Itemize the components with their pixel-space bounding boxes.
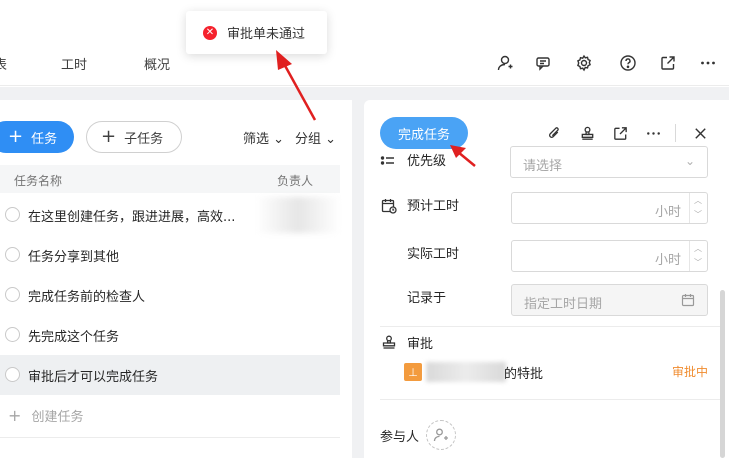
column-header-name: 任务名称 <box>14 174 63 188</box>
add-subtask-label: 子任务 <box>124 131 164 147</box>
estimated-hours-input[interactable]: 小时 ︿ ﹀ <box>511 192 708 224</box>
stamp-icon[interactable] <box>577 123 597 143</box>
tab-worktime[interactable]: 工时 <box>61 54 87 73</box>
scrollbar[interactable] <box>720 290 725 458</box>
participants-label: 参与人 <box>380 430 420 445</box>
task-name[interactable]: 完成任务前的检查人 <box>28 286 145 305</box>
chevron-down-icon: ⌄ <box>684 154 695 168</box>
attachment-icon[interactable] <box>544 123 564 143</box>
number-stepper[interactable]: ︿ ﹀ <box>689 241 707 271</box>
top-nav: 表 工时 概况 <box>0 0 729 86</box>
task-checkbox[interactable] <box>5 327 20 342</box>
table-row[interactable]: 完成任务前的检查人 <box>0 275 340 315</box>
task-name[interactable]: 任务分享到其他 <box>28 246 119 265</box>
table-row[interactable]: 先完成这个任务 <box>0 315 340 355</box>
add-task-button[interactable]: + 任务 <box>0 121 74 153</box>
approval-type-icon: ⊥ <box>404 363 422 381</box>
member-icon[interactable] <box>494 52 516 74</box>
tab-overview[interactable]: 概况 <box>144 54 170 73</box>
calendar-clock-icon <box>381 198 397 214</box>
filter-label: 筛选 <box>243 132 270 147</box>
table-row[interactable]: 任务分享到其他 <box>0 235 340 275</box>
actual-hours-input[interactable]: 小时 ︿ ﹀ <box>511 240 708 272</box>
toast-message: 审批单未通过 <box>227 27 306 42</box>
filter-dropdown[interactable]: 筛选 ⌄ <box>243 128 284 147</box>
complete-task-button[interactable]: 完成任务 <box>380 117 468 149</box>
hours-unit: 小时 <box>654 205 681 220</box>
approval-label: 审批 <box>407 337 434 352</box>
task-list-panel: + 任务 + 子任务 筛选 ⌄ 分组 ⌄ 任务名称 负责人 在这里创建任务，跟进… <box>0 100 352 458</box>
priority-select[interactable]: 请选择 ⌄ <box>510 146 708 178</box>
task-detail-panel: 完成任务 优先级 请选择 ⌄ 预计工时 小时 ︿ ﹀ 实际工时 小时 ︿ ﹀ 记录于… <box>364 100 729 458</box>
plus-icon: + <box>101 126 117 147</box>
task-name[interactable]: 先完成这个任务 <box>28 326 119 345</box>
settings-gear-icon[interactable] <box>573 52 595 74</box>
group-dropdown[interactable]: 分组 ⌄ <box>295 128 336 147</box>
approver-name-redacted <box>426 362 506 382</box>
priority-label: 优先级 <box>407 154 447 169</box>
divider <box>0 437 340 438</box>
actual-hours-label: 实际工时 <box>407 247 460 262</box>
approval-title[interactable]: 的特批 <box>504 363 543 382</box>
task-checkbox[interactable] <box>5 367 20 382</box>
record-date-placeholder: 指定工时日期 <box>524 297 603 312</box>
task-checkbox[interactable] <box>5 247 20 262</box>
chat-icon[interactable] <box>532 52 554 74</box>
table-row-selected[interactable]: 审批后才可以完成任务 <box>0 355 340 395</box>
task-checkbox[interactable] <box>5 207 20 222</box>
record-date-picker[interactable]: 指定工时日期 <box>511 284 708 316</box>
plus-icon: + <box>8 406 22 425</box>
record-date-label: 记录于 <box>407 291 447 306</box>
number-stepper[interactable]: ︿ ﹀ <box>689 193 707 223</box>
task-table-header: 任务名称 负责人 <box>0 165 340 193</box>
assignee-avatar <box>256 197 340 233</box>
task-name[interactable]: 在这里创建任务，跟进进展，高效... <box>28 206 235 225</box>
add-task-label: 任务 <box>31 131 58 147</box>
tab-table[interactable]: 表 <box>0 54 7 73</box>
plus-icon: + <box>8 126 24 147</box>
error-toast: ✕ 审批单未通过 <box>186 11 327 54</box>
priority-list-icon <box>380 154 396 170</box>
add-participant-button[interactable] <box>426 420 456 450</box>
approval-status-badge: 审批中 <box>671 365 708 379</box>
priority-placeholder: 请选择 <box>523 159 563 174</box>
task-name[interactable]: 审批后才可以完成任务 <box>28 366 158 385</box>
column-header-assignee: 负责人 <box>277 174 314 188</box>
create-task-button[interactable]: + 创建任务 <box>8 406 84 425</box>
estimated-hours-label: 预计工时 <box>407 199 460 214</box>
error-x-icon: ✕ <box>203 25 217 40</box>
create-task-label: 创建任务 <box>31 410 84 425</box>
chevron-down-icon: ⌄ <box>325 132 337 147</box>
chevron-down-icon: ⌄ <box>273 132 285 147</box>
add-subtask-button[interactable]: + 子任务 <box>86 121 182 153</box>
approval-stamp-icon <box>381 334 397 350</box>
divider <box>380 399 720 400</box>
divider <box>380 326 720 327</box>
group-label: 分组 <box>295 132 322 147</box>
calendar-icon <box>681 293 695 307</box>
more-icon[interactable] <box>697 52 719 74</box>
close-icon[interactable] <box>690 123 710 143</box>
toolbar-divider <box>675 124 676 142</box>
external-link-icon[interactable] <box>610 123 630 143</box>
external-link-icon[interactable] <box>657 52 679 74</box>
help-question-icon[interactable] <box>617 52 639 74</box>
more-icon[interactable] <box>643 123 663 143</box>
task-checkbox[interactable] <box>5 287 20 302</box>
hours-unit: 小时 <box>654 253 681 268</box>
